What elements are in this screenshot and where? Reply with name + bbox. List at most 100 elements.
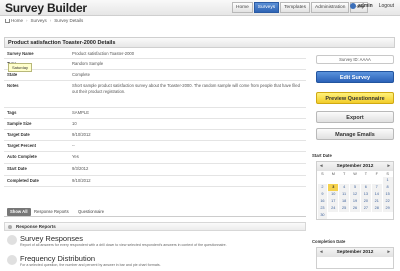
calendar-empty-cell [339,177,349,184]
nav-administration[interactable]: Administration [311,2,350,13]
calendar-day[interactable]: 17 [328,198,339,205]
breadcrumb-home[interactable]: Home [11,18,23,23]
calendar-day[interactable]: 30 [317,212,328,219]
calendar-week: 16 17 18 19 20 21 22 [317,198,393,205]
calendar-day[interactable]: 11 [339,191,350,198]
calendar-day[interactable]: 3 [328,184,339,191]
detail-value: Complete [72,72,90,77]
edit-survey-button[interactable]: Edit Survey [316,71,394,83]
detail-value: Product satisfaction Toaster-2000 [72,51,135,56]
report-frequency-distribution[interactable]: Frequency Distribution For a selected qu… [4,254,306,271]
detail-row-survey-name: Survey Name Product satisfaction Toaster… [4,49,306,59]
calendar-empty-cell [350,212,360,219]
report-description: For a selected question, the number and … [20,263,161,267]
tab-questionnaire[interactable]: Questionnaire [75,208,107,216]
detail-row-target-date: Target Date 9/10/2012 [4,130,306,141]
breadcrumb-surveys[interactable]: Surveys [31,18,47,23]
app-title: Survey Builder [5,1,87,15]
detail-label: Target Date [7,132,30,137]
detail-value: 9/10/2012 [72,132,91,137]
calendar-week: 9 10 11 12 13 14 15 [317,191,393,198]
calendar-month: September 2012 [336,250,374,255]
prev-month-icon[interactable]: ◂ [320,162,323,171]
survey-details-table: Survey Name Product satisfaction Toaster… [4,49,306,187]
detail-label: Tags [7,110,17,115]
calendar-day[interactable]: 8 [382,184,393,191]
calendar-empty-cell [372,177,382,184]
calendar-day[interactable]: 16 [317,198,328,205]
manage-emails-button[interactable]: Manage Emails [316,128,394,140]
calendar-day[interactable]: 6 [360,184,371,191]
calendar-day[interactable]: 12 [350,191,360,198]
preview-questionnaire-button[interactable]: Preview Questionnaire [316,92,394,104]
nav-templates[interactable]: Templates [280,2,310,13]
detail-value: -- [72,143,75,148]
tab-response-reports[interactable]: Response Reports [31,208,72,216]
calendar-days: 1 2 3 4 5 6 7 8 9 10 11 12 13 14 15 16 17 18 19 20 21 22 23 24 2… [317,177,393,219]
report-survey-responses[interactable]: Survey Responses Report of all answers f… [4,234,306,252]
detail-value: SAMPLE [72,110,89,115]
report-icon [7,235,17,245]
detail-value: 9/10/2012 [72,178,91,183]
detail-value: 9/3/2012 [72,166,89,171]
completion-date-calendar: ◂ September 2012 ▸ [316,247,394,269]
report-title[interactable]: Survey Responses [20,234,83,243]
calendar-day[interactable]: 23 [317,205,328,212]
response-reports-header[interactable]: Response Reports [4,222,306,231]
calendar-day[interactable]: 18 [339,198,350,205]
logout-link[interactable]: Logout [379,3,394,9]
nav-home[interactable]: Home [232,2,253,13]
prev-month-icon[interactable]: ◂ [320,248,323,257]
calendar-day[interactable]: 13 [360,191,371,198]
collapse-icon[interactable] [8,225,12,229]
detail-row-completed-date: Completed Date 9/10/2012 [4,176,306,187]
detail-row-start-date: Start Date 9/3/2012 [4,164,306,176]
export-button[interactable]: Export [316,111,394,123]
calendar-month: September 2012 [336,164,374,169]
calendar-day[interactable]: 21 [371,198,382,205]
breadcrumb: Home › Surveys › Survey Details [5,18,83,23]
calendar-empty-cell [383,212,393,219]
calendar-day[interactable]: 24 [328,205,339,212]
next-month-icon[interactable]: ▸ [387,248,390,257]
next-month-icon[interactable]: ▸ [387,162,390,171]
calendar-day[interactable]: 14 [371,191,382,198]
calendar-day[interactable]: 1 [382,177,393,184]
calendar-day[interactable]: 4 [339,184,350,191]
calendar-day[interactable]: 20 [360,198,371,205]
detail-row-sample-size: Sample Size 10 [4,119,306,130]
calendar-day[interactable]: 2 [317,184,328,191]
report-description: Report of all answers for every responde… [20,243,227,247]
calendar-week: 2345678 [317,184,393,191]
page-title: Product satisfaction Toaster-2000 Detail… [8,40,116,46]
detail-value: 10 [72,121,77,126]
calendar-day[interactable]: 25 [339,205,350,212]
calendar-day[interactable]: 22 [382,198,393,205]
calendar-empty-cell [318,177,328,184]
detail-value: Random Sample [72,61,104,66]
calendar-day[interactable]: 29 [382,205,393,212]
app-header: Survey Builder Home Surveys Templates Ad… [0,0,400,16]
detail-label: Auto Complete [7,154,37,159]
detail-value: Yes [72,154,79,159]
calendar-day[interactable]: 10 [328,191,339,198]
calendar-day[interactable]: 28 [371,205,382,212]
calendar-day[interactable]: 9 [317,191,328,198]
nav-surveys[interactable]: Surveys [253,2,280,13]
report-title[interactable]: Frequency Distribution [20,254,95,263]
user-area: admin Logout [350,3,394,9]
tab-show-all[interactable]: Show All [7,208,31,216]
calendar-day[interactable]: 5 [350,184,360,191]
calendar-day[interactable]: 27 [360,205,371,212]
detail-row-type: Type Random Sample [4,59,306,70]
calendar-day[interactable]: 19 [350,198,360,205]
calendar-day[interactable]: 7 [371,184,382,191]
user-icon [350,3,356,9]
calendar-empty-cell [328,177,338,184]
detail-label: Completed Date [7,178,39,183]
user-name[interactable]: admin [358,3,373,9]
calendar-day[interactable]: 26 [350,205,360,212]
detail-row-notes: Notes Short sample product satisfaction … [4,81,306,108]
calendar-day[interactable]: 15 [382,191,393,198]
detail-label: Notes [7,83,19,88]
